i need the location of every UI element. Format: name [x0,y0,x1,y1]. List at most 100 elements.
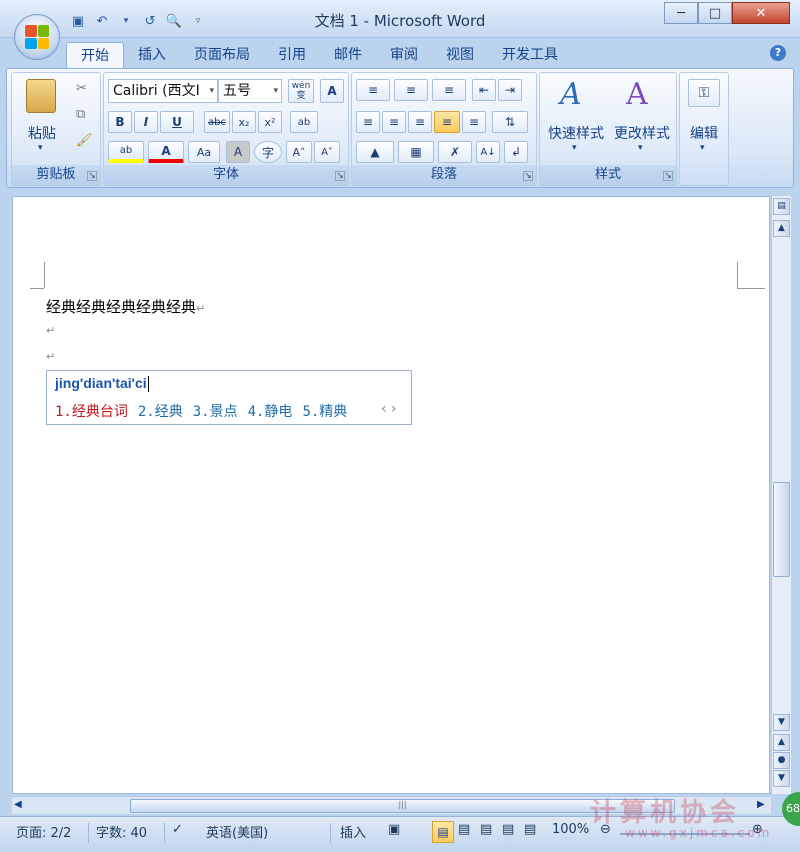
highlight-button[interactable]: ab [108,141,144,163]
outline-view-icon[interactable]: ▤ [502,822,514,837]
character-border-button[interactable]: A [320,79,344,103]
paragraph-launcher-icon[interactable]: ↘ [523,171,533,181]
show-marks-button[interactable]: ↲ [504,141,528,163]
paragraph-group: ≡ ≡ ≡ ⇤ ⇥ ≡ ≡ ≡ ≡ ≡ ⇅ ▲ ▦ ✗ A↓ ↲ 段落 ↘ [351,72,537,186]
ime-candidate[interactable]: 4.静电 [248,401,293,421]
document-text-line[interactable]: 经典经典经典经典经典↵ [46,296,205,317]
change-styles-icon[interactable]: A [626,77,648,112]
draft-view-icon[interactable]: ▤ [524,822,536,837]
ime-candidate[interactable]: 2.经典 [138,401,183,421]
ime-candidate[interactable]: 5.精典 [302,401,347,421]
previous-page-icon[interactable]: ▲ [773,734,790,751]
quick-styles-icon[interactable]: A [560,77,582,112]
tab-view[interactable]: 视图 [432,42,488,68]
insert-mode-indicator[interactable]: 插入 [340,822,366,841]
tab-insert[interactable]: 插入 [124,42,180,68]
editing-button[interactable]: 编辑 [684,123,724,143]
bullets-button[interactable]: ≡ [356,79,390,101]
justify-button[interactable]: ≡ [434,111,460,133]
chevron-down-icon[interactable]: ▾ [572,143,577,153]
paste-icon[interactable] [26,79,56,113]
scroll-right-icon[interactable]: ▶ [757,799,765,810]
font-launcher-icon[interactable]: ↘ [335,171,345,181]
subscript-button[interactable]: x₂ [232,111,256,133]
change-styles-button[interactable]: 更改样式 [610,123,674,143]
grow-font-button[interactable]: A˄ [286,141,312,163]
paragraph-shading-button[interactable]: ▲ [356,141,394,163]
scroll-left-icon[interactable]: ◀ [14,799,22,810]
maximize-button[interactable]: □ [698,2,732,24]
scroll-up-icon[interactable]: ▲ [773,220,790,237]
bold-button[interactable]: B [108,111,132,133]
vertical-scroll-thumb[interactable] [773,482,790,577]
page-indicator[interactable]: 页面: 2/2 [16,822,71,841]
align-right-button[interactable]: ≡ [408,111,432,133]
styles-launcher-icon[interactable]: ↘ [663,171,673,181]
clipboard-group: 粘贴 ▾ ✂ ⧉ 🖌 剪贴板 ↘ [11,72,101,186]
proofing-icon[interactable]: ✓ [172,822,183,837]
superscript-button[interactable]: x² [258,111,282,133]
ribbon: 粘贴 ▾ ✂ ⧉ 🖌 剪贴板 ↘ Calibri (西文I ▾ 五号 ▾ wén 变… [6,68,794,188]
scroll-down-icon[interactable]: ▼ [773,714,790,731]
print-layout-view-icon[interactable]: ▤ [432,821,454,843]
underline-button[interactable]: U [160,111,194,133]
tab-page-layout[interactable]: 页面布局 [180,42,264,68]
font-name-combo[interactable]: Calibri (西文I ▾ [108,79,218,103]
tab-references[interactable]: 引用 [264,42,320,68]
chevron-down-icon[interactable]: ▾ [700,143,705,153]
office-button[interactable] [14,14,60,60]
align-center-button[interactable]: ≡ [382,111,406,133]
help-icon[interactable]: ? [770,45,786,61]
minimize-button[interactable]: ─ [664,2,698,24]
word-count[interactable]: 字数: 40 [96,822,147,841]
change-case-button[interactable]: Aa [188,141,220,163]
paste-dropdown-icon[interactable]: ▾ [38,143,43,153]
zoom-level[interactable]: 100% [552,822,589,837]
binoculars-icon[interactable]: ⚿ [688,79,720,107]
clipboard-launcher-icon[interactable]: ↘ [87,171,97,181]
ime-candidate-window: jing'dian'tai'ci 1.经典台词 2.经典 3.景点 4.静电 5… [46,370,412,425]
numbering-button[interactable]: ≡ [394,79,428,101]
strikethrough-button[interactable]: abc [204,111,230,133]
tab-mailings[interactable]: 邮件 [320,42,376,68]
tab-developer[interactable]: 开发工具 [488,42,572,68]
shrink-font-button[interactable]: A˅ [314,141,340,163]
phonetic-guide-button[interactable]: wén 变 [288,79,314,103]
next-page-icon[interactable]: ▼ [773,770,790,787]
full-screen-reading-icon[interactable]: ▤ [458,822,470,837]
distributed-button[interactable]: ≡ [462,111,486,133]
font-color-button[interactable]: A [148,141,184,163]
macro-record-icon[interactable]: ▣ [388,822,400,837]
document-page[interactable] [12,196,770,794]
ime-candidate[interactable]: 3.景点 [193,401,238,421]
format-painter-icon[interactable]: 🖌 [76,133,93,148]
multilevel-list-button[interactable]: ≡ [432,79,466,101]
borders-button[interactable]: ▦ [398,141,434,163]
copy-icon[interactable]: ⧉ [76,107,85,122]
select-browse-object-icon[interactable]: ● [773,752,790,769]
paste-button[interactable]: 粘贴 [22,123,62,143]
clear-formatting-button[interactable]: ab [290,111,318,133]
chinese-layout-button[interactable]: ✗ [438,141,472,163]
italic-button[interactable]: I [134,111,158,133]
close-button[interactable]: ✕ [732,2,790,24]
chevron-down-icon[interactable]: ▾ [638,143,643,153]
decrease-indent-button[interactable]: ⇤ [472,79,496,101]
cut-icon[interactable]: ✂ [76,81,87,96]
line-spacing-button[interactable]: ⇅ [492,111,528,133]
ime-candidate[interactable]: 1.经典台词 [55,401,128,421]
ruler-toggle-icon[interactable]: ▤ [773,198,790,215]
vertical-scrollbar[interactable]: ▤ ▲ ▼ ▲ ● ▼ [771,196,791,794]
sort-button[interactable]: A↓ [476,141,500,163]
tab-home[interactable]: 开始 [66,42,124,68]
ime-page-nav[interactable]: ‹ › [381,401,397,417]
quick-styles-button[interactable]: 快速样式 [544,123,608,143]
enclose-characters-button[interactable]: 字 [254,141,282,163]
character-shading-button[interactable]: A [226,141,250,163]
font-size-combo[interactable]: 五号 ▾ [218,79,282,103]
web-layout-icon[interactable]: ▤ [480,822,492,837]
increase-indent-button[interactable]: ⇥ [498,79,522,101]
language-indicator[interactable]: 英语(美国) [206,822,268,841]
tab-review[interactable]: 审阅 [376,42,432,68]
align-left-button[interactable]: ≡ [356,111,380,133]
